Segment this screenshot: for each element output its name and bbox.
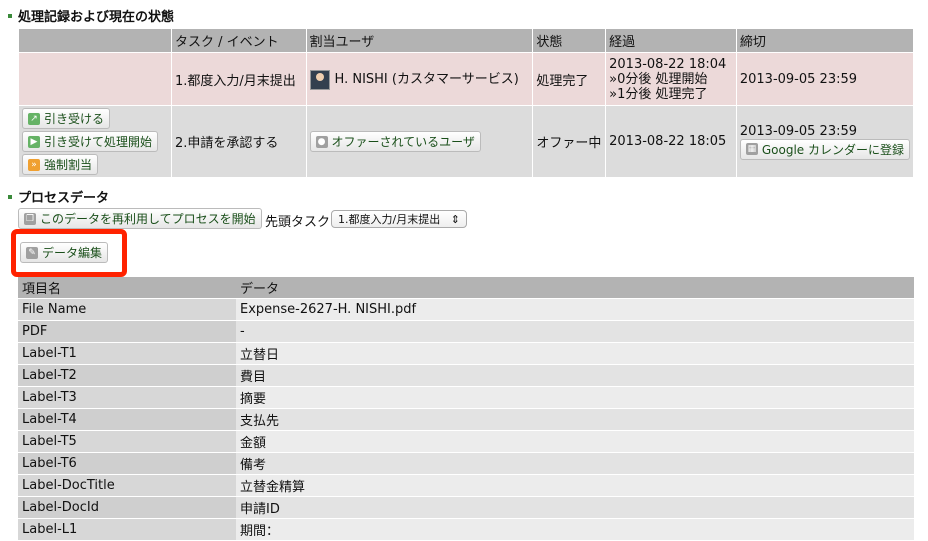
row1-elapsed: 2013-08-22 18:04 »0分後 処理開始 »1分後 処理完了 [606,53,736,105]
row-key: Label-DocTitle [18,475,236,496]
play-icon: ▶ [28,135,40,148]
row2-status: オファー中 [533,106,606,177]
bullet-icon [8,13,12,18]
row2-actions: ↗ 引き受ける ▶ 引き受けて処理開始 » 強制割当 [19,106,171,177]
table-row: Label-T3 摘要 [18,387,914,408]
row-value: 申請ID [236,497,914,518]
process-title-text: プロセスデータ [18,191,110,206]
reuse-data-label: このデータを再利用してプロセスを開始 [40,212,256,226]
google-calendar-button[interactable]: ▦ Google カレンダーに登録 [739,138,910,160]
select-arrows-icon: ⇕ [450,212,460,226]
row-value: 支払先 [236,409,914,430]
header-user: 割当ユーザ [306,29,533,52]
table-row: Label-T1 立替日 [18,343,914,364]
history-table: タスク / イベント 割当ユーザ 状態 経過 締切 1.都度入力/月末提出 H.… [18,28,914,178]
first-task-select[interactable]: 1.都度入力/月末提出 ⇕ [331,210,467,228]
bullet-icon [8,194,12,199]
table-row: Label-T6 備考 [18,453,914,474]
header-data: データ [236,277,914,298]
header-elapsed: 経過 [606,29,736,52]
copy-icon: ❐ [24,212,36,225]
row-key: Label-T6 [18,453,236,474]
row-key: Label-T4 [18,409,236,430]
row-key: File Name [18,299,236,320]
row2-deadline-cell: 2013-09-05 23:59 ▦ Google カレンダーに登録 [736,106,913,177]
header-item-name: 項目名 [18,277,236,298]
row2-task: 2.申請を承認する [171,106,306,177]
row2-user: ● オファーされているユーザ [306,106,533,177]
table-row: Label-T5 金額 [18,431,914,452]
row-key: Label-T1 [18,343,236,364]
row-key: Label-DocId [18,497,236,518]
accept-label: 引き受ける [44,112,105,126]
data-header-row: 項目名 データ [18,277,914,298]
first-task-label: 先頭タスク [265,215,331,230]
edit-data-button[interactable]: ✎ データ編集 [20,242,109,263]
row-key: Label-T2 [18,365,236,386]
row1-elapsed-start: 2013-08-22 18:04 [609,56,727,72]
force-assign-label: 強制割当 [44,158,93,172]
row-value: 立替日 [236,343,914,364]
table-row: Label-T4 支払先 [18,409,914,430]
row-key: Label-T5 [18,431,236,452]
row-value: 備考 [236,453,914,474]
row2-elapsed: 2013-08-22 18:05 [606,106,736,177]
arrow-icon: ↗ [28,112,40,125]
row1-actions [19,53,171,105]
row2-deadline: 2013-09-05 23:59 [739,123,858,139]
avatar [309,69,330,90]
row1-deadline: 2013-09-05 23:59 [736,53,913,105]
history-row-offered: ↗ 引き受ける ▶ 引き受けて処理開始 » 強制割当 2.申請を承認する ● オ… [19,106,913,177]
accept-button[interactable]: ↗ 引き受ける [22,108,111,129]
google-calendar-label: Google カレンダーに登録 [761,142,904,157]
force-assign-button[interactable]: » 強制割当 [22,154,99,175]
row-value: 費目 [236,365,914,386]
first-task-select-value: 1.都度入力/月末提出 [338,213,441,226]
row-value: - [236,321,914,342]
offered-users-button[interactable]: ● オファーされているユーザ [309,131,481,152]
row-key: Label-T3 [18,387,236,408]
table-row: Label-DocTitle 立替金精算 [18,475,914,496]
history-row-completed: 1.都度入力/月末提出 H. NISHI (カスタマーサービス) 処理完了 20… [19,53,913,105]
table-row: Label-T2 費目 [18,365,914,386]
row1-elapsed-sub1: »0分後 処理開始 [609,71,708,87]
force-icon: » [28,158,40,171]
row-key: PDF [18,321,236,342]
header-blank [19,29,171,52]
row1-user-name: H. NISHI (カスタマーサービス) [334,72,519,88]
history-section-title: 処理記録および現在の状態 [8,6,174,25]
table-row: File Name Expense-2627-H. NISHI.pdf [18,299,914,320]
pencil-icon: ✎ [26,246,38,259]
history-header-row: タスク / イベント 割当ユーザ 状態 経過 締切 [19,29,913,52]
row1-elapsed-sub2: »1分後 処理完了 [609,86,708,102]
offered-users-label: オファーされているユーザ [331,135,475,149]
user-icon: ● [315,135,328,148]
row-value: 摘要 [236,387,914,408]
row1-user: H. NISHI (カスタマーサービス) [306,53,533,105]
table-row: Label-DocId 申請ID [18,497,914,518]
table-row: PDF - [18,321,914,342]
row1-status: 処理完了 [533,53,606,105]
header-deadline: 締切 [736,29,913,52]
reuse-data-button[interactable]: ❐ このデータを再利用してプロセスを開始 [18,208,262,229]
row-value: 金額 [236,431,914,452]
process-data-table: 項目名 データ File Name Expense-2627-H. NISHI.p… [18,276,914,541]
accept-start-label: 引き受けて処理開始 [44,135,153,149]
process-section-title: プロセスデータ [8,187,109,206]
calendar-icon: ▦ [745,143,758,155]
row-value: 立替金精算 [236,475,914,496]
history-title-text: 処理記録および現在の状態 [18,10,175,25]
row1-task: 1.都度入力/月末提出 [171,53,306,105]
header-task: タスク / イベント [171,29,306,52]
accept-and-start-button[interactable]: ▶ 引き受けて処理開始 [22,131,159,152]
header-status: 状態 [533,29,606,52]
edit-data-label: データ編集 [42,246,103,260]
row-value: Expense-2627-H. NISHI.pdf [236,299,914,320]
